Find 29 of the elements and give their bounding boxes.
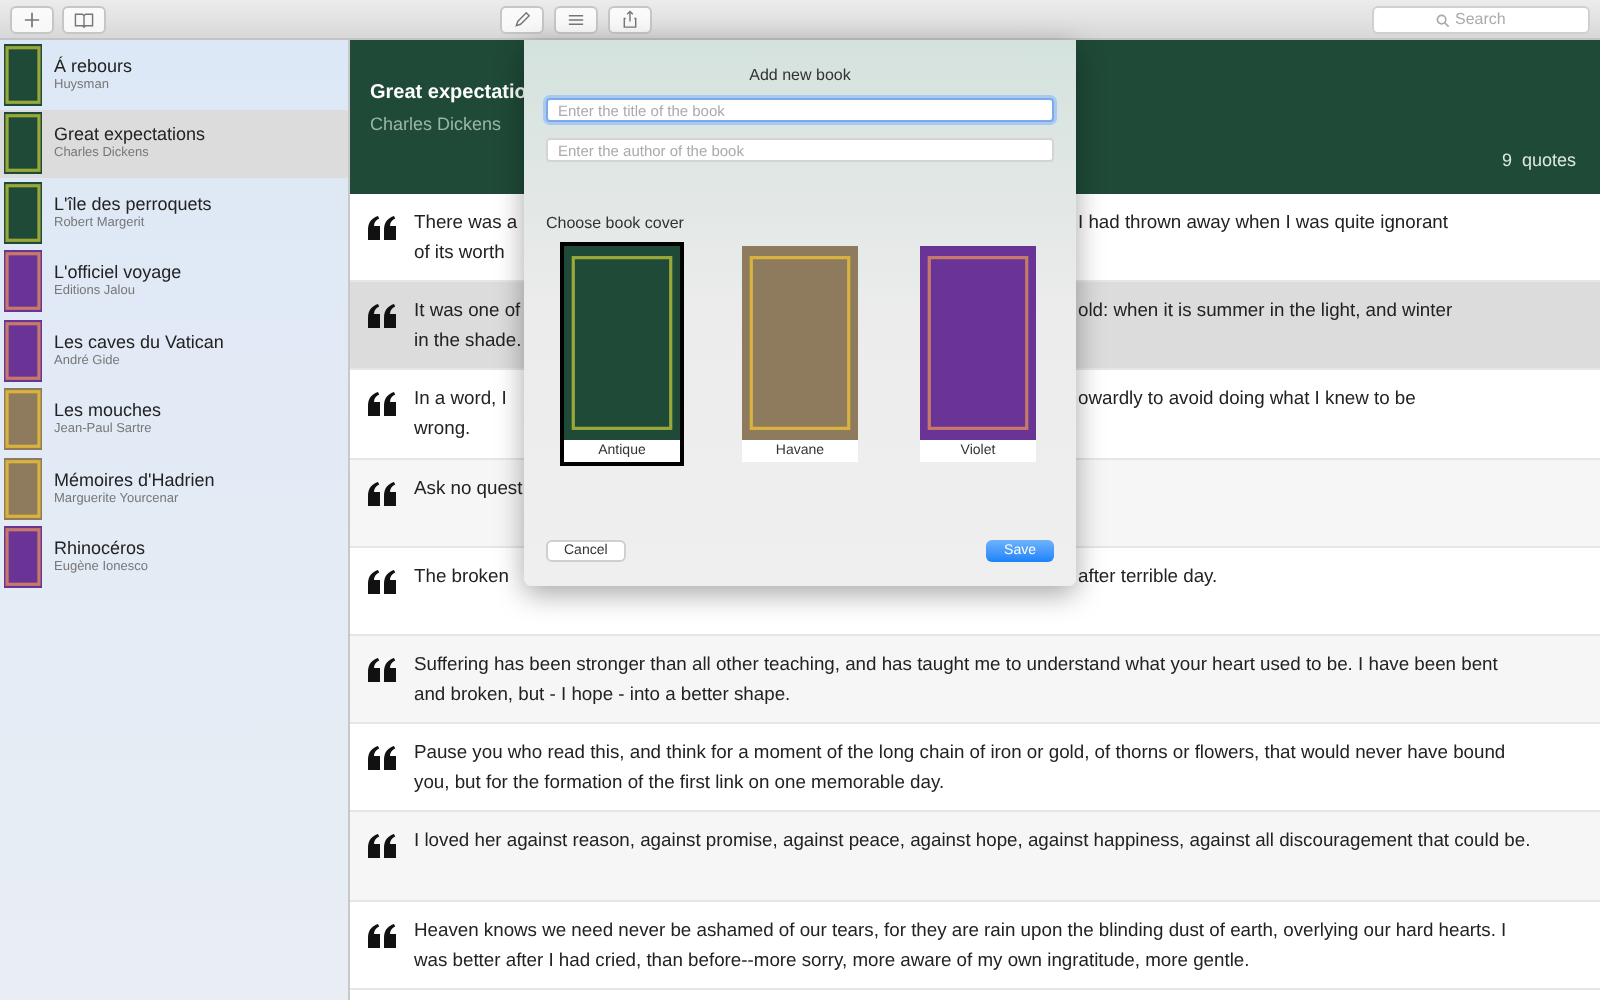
book-title: Rhinocéros xyxy=(54,540,148,560)
quote-text: The broken xyxy=(414,563,509,586)
quote-text: In a word, I xyxy=(414,386,507,409)
book-title: Great expectations xyxy=(54,126,206,147)
quote-count: 9 quotes xyxy=(1501,148,1576,174)
quote-text: I loved her against reason, against promise, against peace, against hope, against happiness, against all discouragement that could be. xyxy=(414,826,1533,855)
book-title: Mémoires d'Hadrien xyxy=(54,471,215,492)
quote-text: after terrible day. xyxy=(1078,561,1218,590)
quote-text: in the shade. xyxy=(414,328,522,351)
book-title: Á rebours xyxy=(54,57,133,78)
quote-text: It was one of xyxy=(414,298,521,321)
quote-text: There was a xyxy=(414,210,518,232)
quote-text: Pause you who read this, and think for a moment of the long chain of iron or gold, of thorns or flowers, that would never have bound you, but for the formation of the first link on one memorable day. xyxy=(414,738,1508,797)
quote-text: owardly to avoid doing what I knew to be xyxy=(1078,384,1416,413)
quote-text: Heaven knows we need never be ashamed of our tears, for they are rain upon the blinding dust of earth, overlying our hard hearts. I was better after I had cried, than before--more sorry, more aware of my own ingratitude, more gentle. xyxy=(414,915,1509,973)
quote-text: wrong. xyxy=(414,416,471,439)
book-title: Les mouches xyxy=(54,402,162,422)
quote-text: I had thrown away when I was quite ignorant xyxy=(1078,208,1449,236)
book-title: L'officiel voyage xyxy=(54,264,182,284)
quote-text: old: when it is summer in the light, and winter xyxy=(1078,296,1453,325)
quote-text: Ask no quest xyxy=(414,475,523,498)
dialog-title: Add new book xyxy=(747,64,853,88)
book-title: L'île des perroquets xyxy=(54,195,212,214)
quote-text: of its worth xyxy=(414,240,505,262)
book-title: Les caves du Vatican xyxy=(54,333,224,354)
book-title: Great expectatio xyxy=(370,80,527,108)
book-author: Charles Dickens xyxy=(370,112,502,138)
cover-label: Choose book cover xyxy=(546,212,686,236)
quote-text: Suffering has been stronger than all other teaching, and has taught me to understand what your heart used to be. I have been bent and broken, but - I hope - into a better shape. xyxy=(414,649,1500,708)
